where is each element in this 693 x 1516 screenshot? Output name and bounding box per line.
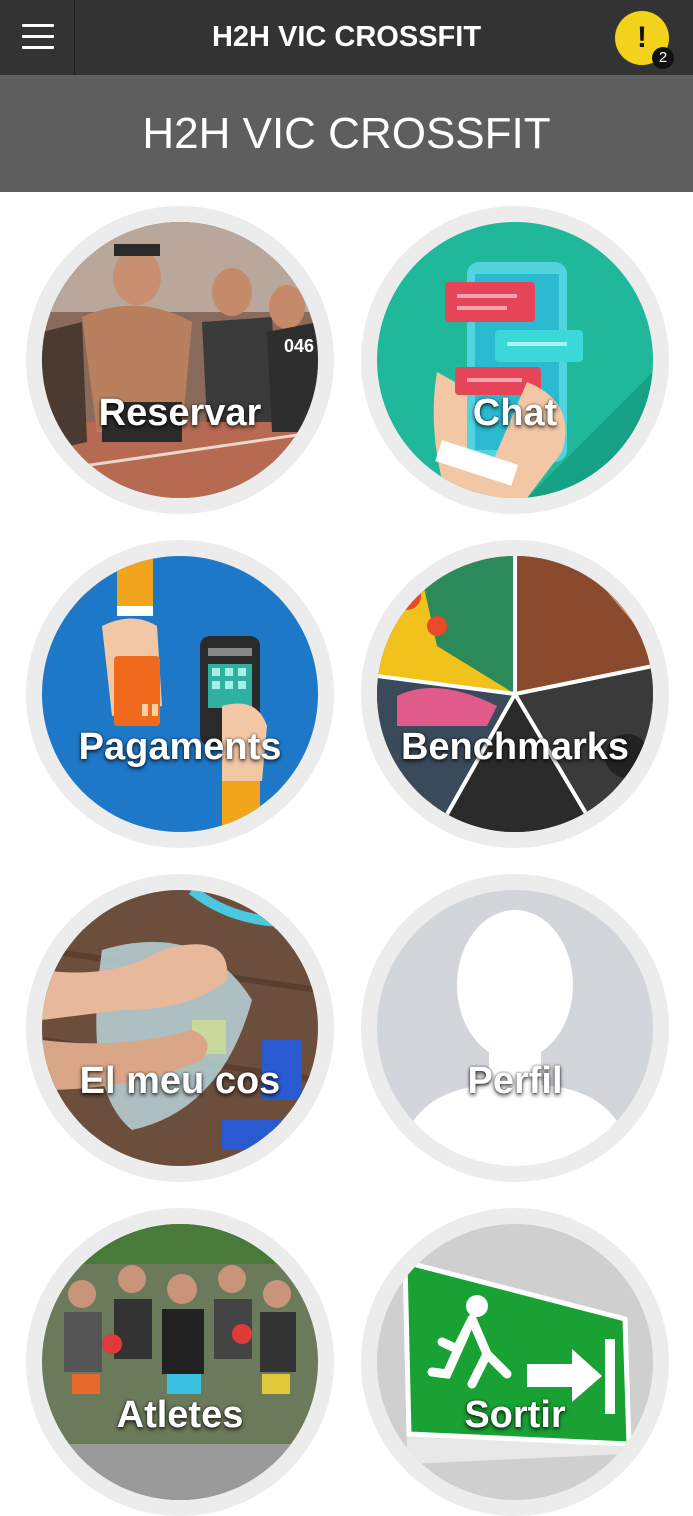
- tile-reservar[interactable]: 046 Reservar: [26, 206, 334, 514]
- tile-atletes[interactable]: Atletes: [26, 1208, 334, 1516]
- tile-benchmarks[interactable]: Benchmarks: [361, 540, 669, 848]
- tile-sortir[interactable]: Sortir: [361, 1208, 669, 1516]
- hamburger-icon: [22, 24, 54, 27]
- scale-feet-photo: [42, 890, 318, 1166]
- tile-label: Sortir: [464, 1394, 566, 1436]
- notification-count-badge: 2: [652, 47, 674, 69]
- tile-perfil[interactable]: Perfil: [361, 874, 669, 1182]
- tile-label: Benchmarks: [400, 726, 630, 768]
- tile-el-meu-cos[interactable]: El meu cos: [26, 874, 334, 1182]
- collage-photo: [377, 556, 653, 832]
- tile-label: Perfil: [467, 1060, 563, 1102]
- tile-label: Chat: [472, 392, 558, 434]
- exit-sign-icon: [377, 1224, 653, 1500]
- page-title: H2H VIC CROSSFIT: [0, 75, 693, 192]
- tile-pagaments[interactable]: Pagaments: [26, 540, 334, 848]
- svg-text:046: 046: [284, 336, 314, 356]
- app-title: H2H VIC CROSSFIT: [211, 21, 482, 53]
- tile-chat[interactable]: Chat: [361, 206, 669, 514]
- person-silhouette-icon: [377, 890, 653, 1166]
- tile-label: Pagaments: [78, 726, 282, 768]
- hamburger-icon: [22, 46, 54, 49]
- card-payment-icon: [42, 556, 318, 832]
- phone-chat-icon: [377, 222, 653, 498]
- crowd-athletes-photo: [42, 1224, 318, 1500]
- hamburger-icon: [22, 35, 54, 38]
- tile-label: El meu cos: [79, 1060, 281, 1102]
- athletes-running-photo: 046: [42, 222, 318, 498]
- tile-label: Atletes: [116, 1394, 244, 1436]
- top-app-bar: H2H VIC CROSSFIT ! 2: [0, 0, 693, 75]
- tile-label: Reservar: [98, 392, 262, 434]
- menu-button[interactable]: [0, 0, 75, 75]
